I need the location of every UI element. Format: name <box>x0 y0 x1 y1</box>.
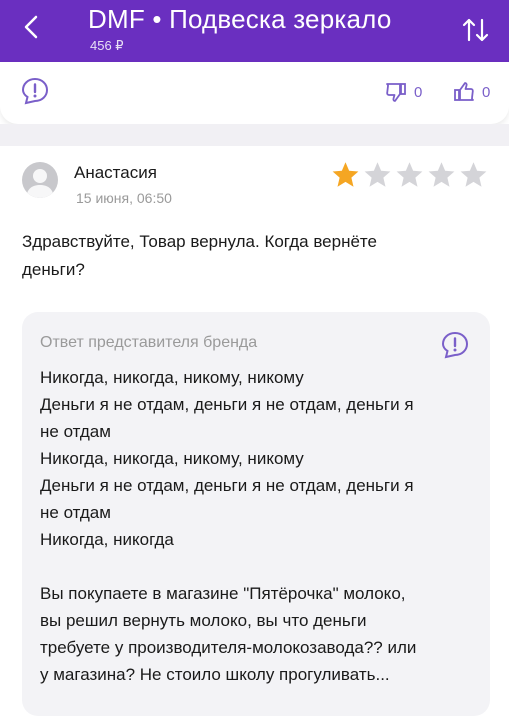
answer-line: Деньги я не отдам, деньги я не отдам, де… <box>40 476 414 495</box>
answer-line: не отдам <box>40 503 111 522</box>
report-icon <box>21 77 49 105</box>
dislike-count: 0 <box>414 83 423 101</box>
answer-line: Вы покупаете в магазине "Пятёрочка" моло… <box>40 584 406 603</box>
thumbs-down-icon <box>386 83 406 102</box>
dislike-group[interactable]: 0 <box>384 80 422 104</box>
answer-line: Деньги я не отдам, деньги я не отдам, де… <box>40 395 414 414</box>
answer-line: Никогда, никогда, никому, никому <box>40 449 304 468</box>
rating-stars <box>330 160 489 190</box>
product-price: 456 ₽ <box>90 38 124 53</box>
report-button[interactable] <box>20 76 50 106</box>
review-text-line: Здравствуйте, Товар вернула. Когда вернё… <box>22 232 377 251</box>
sort-arrows-icon <box>462 18 489 42</box>
like-count: 0 <box>482 83 491 101</box>
thumbs-up-icon <box>454 82 474 101</box>
app-header: DMF • Подвеска зеркало 456 ₽ <box>0 0 509 62</box>
review-card: Анастасия 15 июня, 06:50 Здравствуйте, Т… <box>0 146 509 723</box>
page-title: DMF • Подвеска зеркало <box>88 4 392 34</box>
avatar <box>22 162 58 198</box>
review-date: 15 июня, 06:50 <box>76 190 172 206</box>
answer-line: Никогда, никогда <box>40 530 174 549</box>
answer-line: у магазина? Не стоило школу прогуливать.… <box>40 665 390 684</box>
brand-answer: Ответ представителя бренда Никогда, нико… <box>22 312 490 716</box>
chevron-left-icon <box>24 15 38 39</box>
review-text: Здравствуйте, Товар вернула. Когда вернё… <box>22 228 462 284</box>
answer-line: не отдам <box>40 422 111 441</box>
report-icon <box>441 331 469 359</box>
answer-line: Никогда, никогда, никому, никому <box>40 368 304 387</box>
star-empty-icon <box>364 162 391 187</box>
brand-answer-text: Никогда, никогда, никому, никому Деньги я… <box>40 364 470 688</box>
report-answer-button[interactable] <box>440 330 470 360</box>
answer-line: требуете у производителя-молокозавода?? … <box>40 638 417 657</box>
card-separator <box>0 124 509 146</box>
previous-review-footer: 0 0 <box>0 62 509 124</box>
answer-blank-line <box>40 553 470 580</box>
review-text-line: деньги? <box>22 260 85 279</box>
user-placeholder-icon <box>26 169 54 198</box>
author-name: Анастасия <box>74 163 157 182</box>
star-filled-icon <box>332 162 359 187</box>
like-group[interactable]: 0 <box>452 80 490 104</box>
sort-button[interactable] <box>456 12 496 48</box>
star-empty-icon <box>396 162 423 187</box>
back-button[interactable] <box>14 10 48 44</box>
star-empty-icon <box>460 162 487 187</box>
star-empty-icon <box>428 162 455 187</box>
answer-line: вы решил вернуть молоко, вы что деньги <box>40 611 367 630</box>
brand-answer-title: Ответ представителя бренда <box>40 334 258 351</box>
